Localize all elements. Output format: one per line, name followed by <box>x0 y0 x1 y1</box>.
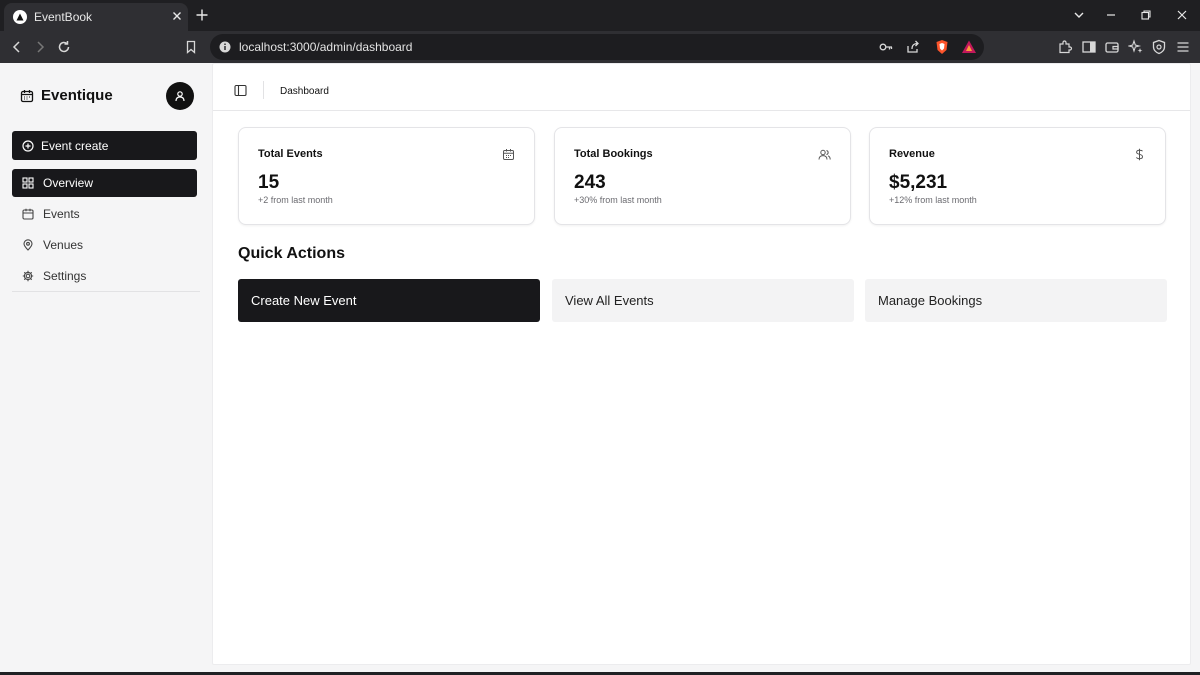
header-separator <box>263 81 264 99</box>
share-icon[interactable] <box>905 39 921 55</box>
key-icon[interactable] <box>878 39 894 55</box>
calendar-icon <box>20 89 34 103</box>
plus-circle-icon <box>22 139 34 152</box>
stat-card-title: Total Events <box>258 148 323 160</box>
brand[interactable]: Eventique <box>20 87 113 104</box>
forward-icon[interactable] <box>32 39 48 55</box>
address-bar[interactable]: localhost:3000/admin/dashboard <box>210 34 984 60</box>
stat-card-subtext: +2 from last month <box>258 195 333 205</box>
breadcrumb[interactable]: Dashboard <box>280 86 329 97</box>
wallet-icon[interactable] <box>1104 39 1120 55</box>
create-new-event-label: Create New Event <box>251 293 357 308</box>
menu-icon[interactable] <box>1175 39 1191 55</box>
sidebar-item-events[interactable]: Events <box>12 200 197 228</box>
sidebar-item-label: Venues <box>43 238 84 252</box>
brand-name: Eventique <box>41 87 113 104</box>
app-container: Eventique Event create Overview Events V… <box>0 63 1200 672</box>
vpn-shield-icon[interactable] <box>1151 39 1167 55</box>
sidebar: Eventique Event create Overview Events V… <box>0 63 210 672</box>
stat-card-subtext: +12% from last month <box>889 195 977 205</box>
stat-card-value: 243 <box>574 172 606 193</box>
browser-tab[interactable]: EventBook <box>4 3 188 31</box>
browser-toolbar: localhost:3000/admin/dashboard <box>0 31 1200 63</box>
browser-tab-bar: EventBook <box>0 0 1200 31</box>
new-tab-icon[interactable] <box>195 8 209 22</box>
sidebar-item-label: Settings <box>43 269 87 283</box>
sidebar-toggle-icon[interactable] <box>234 84 247 97</box>
stat-card-total-bookings: Total Bookings 243 +30% from last month <box>554 127 851 225</box>
back-icon[interactable] <box>9 39 25 55</box>
extensions-icon[interactable] <box>1057 39 1073 55</box>
bookmark-icon[interactable] <box>183 39 199 55</box>
restore-icon[interactable] <box>1139 8 1153 22</box>
leo-ai-icon[interactable] <box>1128 39 1144 55</box>
sidebar-item-settings[interactable]: Settings <box>12 262 197 290</box>
manage-bookings-button[interactable]: Manage Bookings <box>865 279 1167 322</box>
stat-card-total-events: Total Events 15 +2 from last month <box>238 127 535 225</box>
tab-close-icon[interactable] <box>169 8 185 24</box>
user-icon <box>174 90 186 102</box>
page-header: Dashboard <box>213 64 1190 111</box>
event-create-button[interactable]: Event create <box>12 131 197 160</box>
close-window-icon[interactable] <box>1175 8 1189 22</box>
sidebar-item-venues[interactable]: Venues <box>12 231 197 259</box>
event-create-label: Event create <box>41 138 109 153</box>
sidebar-toggle-icon[interactable] <box>1081 39 1097 55</box>
avatar[interactable] <box>166 82 194 110</box>
brave-shield-icon[interactable] <box>934 39 950 55</box>
reload-icon[interactable] <box>56 39 72 55</box>
app-favicon-icon <box>13 10 27 24</box>
grid-icon <box>22 177 34 189</box>
sidebar-divider <box>12 291 200 292</box>
site-info-icon[interactable] <box>218 40 232 54</box>
url-text: localhost:3000/admin/dashboard <box>239 40 413 54</box>
stat-card-revenue: Revenue $5,231 +12% from last month <box>869 127 1166 225</box>
sidebar-item-label: Events <box>43 207 80 221</box>
tab-search-chevron-icon[interactable] <box>1072 8 1086 22</box>
map-pin-icon <box>22 239 34 251</box>
calendar-icon <box>502 148 515 161</box>
minimize-icon[interactable] <box>1104 8 1118 22</box>
view-all-events-label: View All Events <box>565 293 654 308</box>
manage-bookings-label: Manage Bookings <box>878 293 983 308</box>
sidebar-item-overview[interactable]: Overview <box>12 169 197 197</box>
stat-card-value: $5,231 <box>889 172 948 193</box>
create-new-event-button[interactable]: Create New Event <box>238 279 540 322</box>
users-icon <box>818 148 831 161</box>
dollar-icon <box>1133 148 1146 161</box>
view-all-events-button[interactable]: View All Events <box>552 279 854 322</box>
tab-title: EventBook <box>34 10 93 24</box>
stat-card-title: Revenue <box>889 148 935 160</box>
main-content: Dashboard Total Events 15 +2 from last m… <box>212 63 1191 665</box>
sidebar-item-label: Overview <box>43 176 94 190</box>
stat-card-title: Total Bookings <box>574 148 653 160</box>
calendar-icon <box>22 208 34 220</box>
stat-card-value: 15 <box>258 172 280 193</box>
stat-card-subtext: +30% from last month <box>574 195 662 205</box>
quick-actions-heading: Quick Actions <box>238 245 345 262</box>
brave-rewards-icon[interactable] <box>961 39 977 55</box>
gear-icon <box>22 270 34 282</box>
